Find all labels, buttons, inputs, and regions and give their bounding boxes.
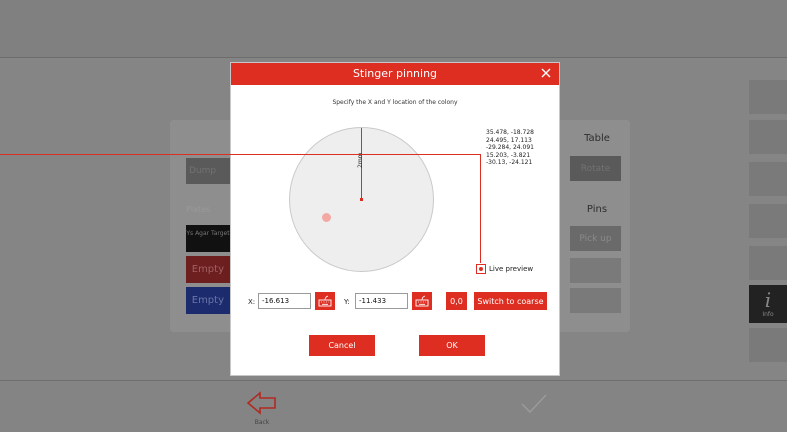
ok-button[interactable]: OK [419, 335, 485, 356]
y-label: Y: [344, 298, 350, 306]
coordinate-item: -30.13, -24.121 [486, 159, 533, 166]
side-tile [749, 162, 787, 196]
checkbox-checked-dot [479, 267, 483, 271]
dialog-header: Stinger pinning [231, 63, 559, 85]
dump-button[interactable]: Dump [186, 158, 230, 184]
bottom-bar [0, 380, 787, 432]
plate-center-marker [360, 198, 363, 201]
cancel-button[interactable]: Cancel [309, 335, 375, 356]
live-preview-label: Live preview [489, 265, 534, 273]
info-label: Info [762, 311, 774, 318]
plate-slot-3[interactable]: Empty [186, 287, 230, 314]
keyboard-icon [318, 295, 332, 307]
arrow-left-icon [246, 391, 276, 415]
y-keyboard-button[interactable] [412, 292, 432, 310]
switch-to-coarse-button[interactable]: Switch to coarse [474, 292, 547, 310]
pins-slot [570, 258, 621, 283]
scale-label: 2mm [357, 152, 364, 168]
plates-label: Plates [186, 205, 211, 214]
pins-slot [570, 288, 621, 313]
side-tile [749, 328, 787, 362]
table-label: Table [584, 133, 610, 144]
instruction-text: Specify the X and Y location of the colo… [332, 99, 458, 106]
checkmark-icon[interactable] [520, 392, 548, 416]
back-label: Back [254, 419, 270, 426]
side-tile [749, 246, 787, 280]
rotate-button[interactable]: Rotate [570, 156, 621, 181]
close-icon[interactable] [539, 66, 553, 80]
plate-slot-1[interactable]: Ys Agar Target [186, 225, 230, 252]
coordinate-item: 15.203, -3.821 [486, 151, 531, 159]
info-icon: i [764, 288, 772, 312]
dialog-title: Stinger pinning [352, 67, 438, 80]
info-button[interactable]: i Info [749, 285, 787, 323]
coordinate-item: 24.495, 17.113 [486, 136, 532, 144]
top-bar [0, 0, 787, 58]
side-tile [749, 80, 787, 114]
x-keyboard-button[interactable] [315, 292, 335, 310]
side-tile [749, 120, 787, 154]
x-label: X: [248, 298, 256, 306]
pins-label: Pins [586, 204, 608, 215]
live-preview-checkbox[interactable] [476, 264, 486, 274]
x-coordinate-input[interactable] [258, 293, 311, 309]
side-tile [749, 204, 787, 238]
reset-origin-button[interactable]: 0,0 [446, 292, 467, 310]
back-button[interactable]: Back [245, 390, 279, 426]
pick-up-button[interactable]: Pick up [570, 226, 621, 251]
stinger-pinning-dialog: Stinger pinning Specify the X and Y loca… [230, 62, 560, 376]
coordinate-item: -29.284, 24.091 [486, 144, 534, 151]
keyboard-icon [415, 295, 429, 307]
colony-position-marker[interactable] [322, 213, 331, 222]
plate-map[interactable]: 2mm [289, 127, 434, 272]
coordinate-item: 35.478, -18.728 [486, 129, 534, 136]
plate-slot-2[interactable]: Empty [186, 256, 230, 283]
coordinate-list: 35.478, -18.728 24.495, 17.113 -29.284, … [486, 129, 534, 167]
y-coordinate-input[interactable] [355, 293, 408, 309]
